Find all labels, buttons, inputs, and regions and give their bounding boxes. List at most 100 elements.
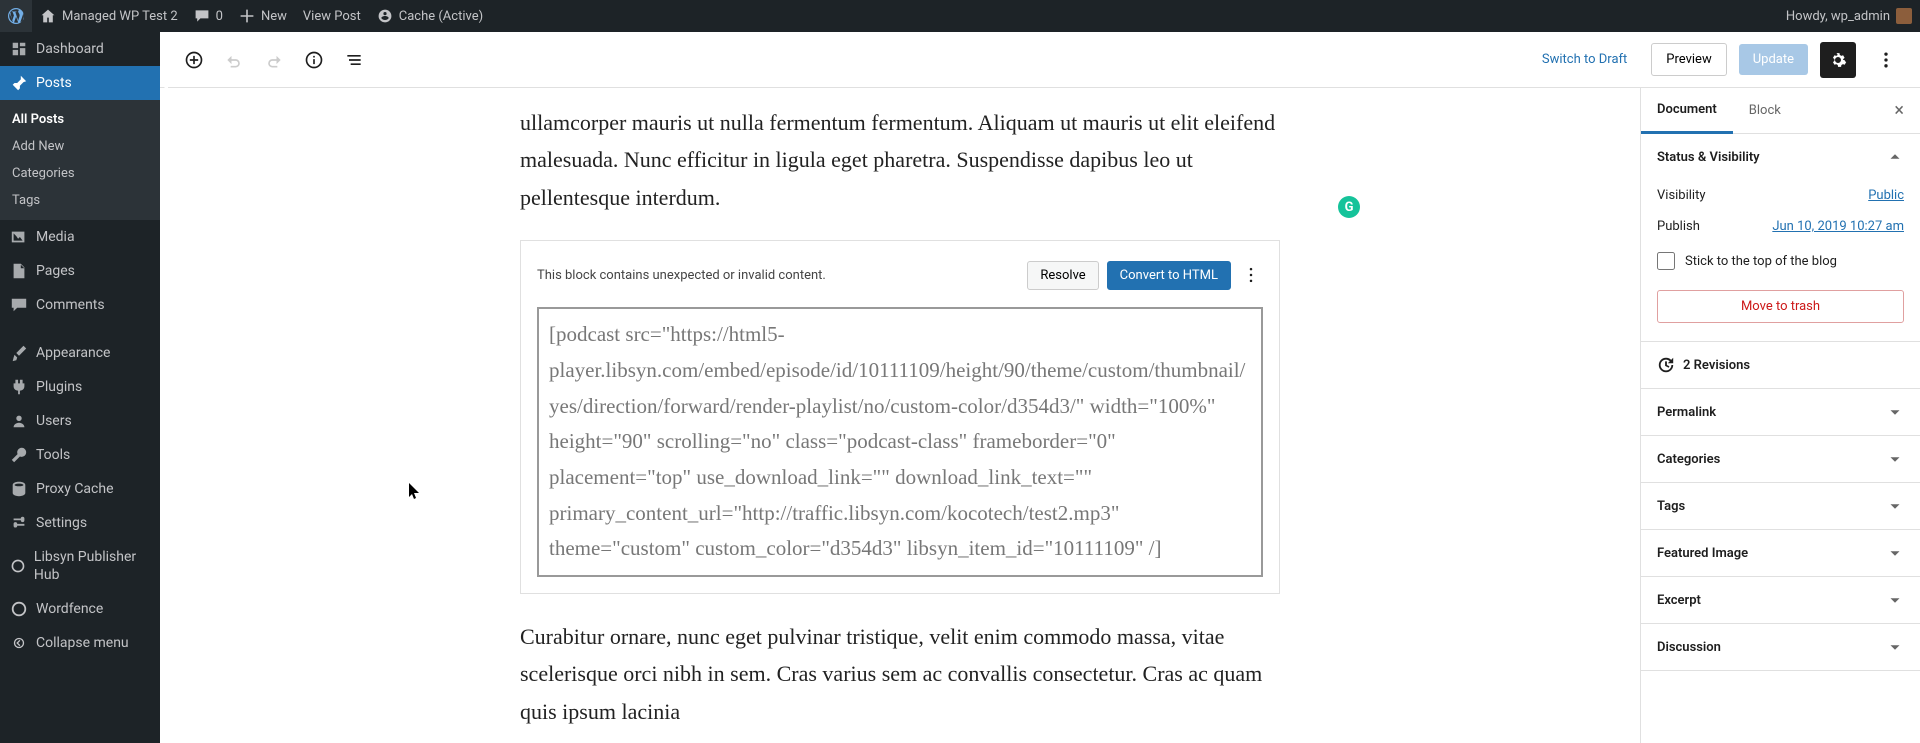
undo-icon bbox=[224, 50, 244, 70]
users-icon bbox=[10, 412, 28, 430]
plus-icon bbox=[239, 8, 255, 24]
panel-categories[interactable]: Categories bbox=[1641, 436, 1920, 482]
libsyn-icon bbox=[10, 557, 26, 575]
info-button[interactable] bbox=[296, 42, 332, 78]
mouse-cursor bbox=[408, 483, 422, 505]
convert-html-button[interactable]: Convert to HTML bbox=[1107, 261, 1231, 290]
new-content[interactable]: New bbox=[231, 0, 295, 32]
panel-status-visibility: Status & Visibility Visibility Public Pu… bbox=[1641, 134, 1920, 342]
grammarly-badge[interactable]: G bbox=[1338, 196, 1360, 218]
menu-wordfence[interactable]: Wordfence bbox=[0, 592, 160, 626]
menu-appearance[interactable]: Appearance bbox=[0, 336, 160, 370]
update-button[interactable]: Update bbox=[1739, 44, 1808, 75]
close-sidebar[interactable]: × bbox=[1878, 100, 1920, 121]
comment-icon bbox=[194, 8, 210, 24]
move-to-trash[interactable]: Move to trash bbox=[1657, 290, 1904, 323]
pin-icon bbox=[10, 74, 28, 92]
howdy-text: Howdy, wp_admin bbox=[1786, 9, 1890, 24]
block-raw-content: [podcast src="https://html5-player.libsy… bbox=[537, 307, 1263, 577]
wp-logo[interactable] bbox=[0, 0, 32, 32]
chevron-down-icon bbox=[1886, 638, 1904, 656]
menu-tools[interactable]: Tools bbox=[0, 438, 160, 472]
resolve-button[interactable]: Resolve bbox=[1027, 261, 1098, 290]
settings-toggle[interactable] bbox=[1820, 42, 1856, 78]
view-post[interactable]: View Post bbox=[295, 0, 369, 32]
submenu-all-posts[interactable]: All Posts bbox=[0, 106, 160, 133]
panel-featured-image[interactable]: Featured Image bbox=[1641, 530, 1920, 576]
menu-settings[interactable]: Settings bbox=[0, 506, 160, 540]
redo-button[interactable] bbox=[256, 42, 292, 78]
editor-toolbar: Switch to Draft Preview Update bbox=[160, 32, 1920, 88]
more-menu[interactable] bbox=[1868, 42, 1904, 78]
sidebar-tabs: Document Block × bbox=[1641, 88, 1920, 134]
gear-icon bbox=[1829, 51, 1847, 69]
block-warning-message: This block contains unexpected or invali… bbox=[537, 268, 826, 283]
tab-document[interactable]: Document bbox=[1641, 88, 1733, 134]
history-icon bbox=[1657, 356, 1675, 374]
media-icon bbox=[10, 228, 28, 246]
tab-block[interactable]: Block bbox=[1733, 89, 1797, 132]
panel-permalink[interactable]: Permalink bbox=[1641, 389, 1920, 435]
menu-libsyn[interactable]: Libsyn Publisher Hub bbox=[0, 540, 160, 592]
publish-row: Publish Jun 10, 2019 10:27 am bbox=[1657, 211, 1904, 242]
more-vertical-icon bbox=[1241, 265, 1261, 285]
chevron-down-icon bbox=[1886, 450, 1904, 468]
wordpress-icon bbox=[8, 8, 24, 24]
chevron-down-icon bbox=[1886, 403, 1904, 421]
info-icon bbox=[304, 50, 324, 70]
publish-date[interactable]: Jun 10, 2019 10:27 am bbox=[1772, 219, 1904, 234]
menu-pages[interactable]: Pages bbox=[0, 254, 160, 288]
settings-icon bbox=[10, 514, 28, 532]
panel-excerpt[interactable]: Excerpt bbox=[1641, 577, 1920, 623]
menu-posts[interactable]: Posts bbox=[0, 66, 160, 100]
chevron-down-icon bbox=[1886, 591, 1904, 609]
submenu-categories[interactable]: Categories bbox=[0, 160, 160, 187]
admin-sidebar: Dashboard Posts All Posts Add New Catego… bbox=[0, 32, 160, 743]
user-menu[interactable]: Howdy, wp_admin bbox=[1778, 0, 1920, 32]
menu-dashboard[interactable]: Dashboard bbox=[0, 32, 160, 66]
site-link[interactable]: Managed WP Test 2 bbox=[32, 0, 186, 32]
paragraph-block-1[interactable]: ullamcorper mauris ut nulla fermentum fe… bbox=[520, 104, 1280, 216]
paragraph-block-2[interactable]: Curabitur ornare, nunc eget pulvinar tri… bbox=[520, 618, 1280, 730]
plus-circle-icon bbox=[184, 50, 204, 70]
preview-button[interactable]: Preview bbox=[1651, 43, 1726, 76]
menu-comments[interactable]: Comments bbox=[0, 288, 160, 322]
undo-button[interactable] bbox=[216, 42, 252, 78]
submenu-tags[interactable]: Tags bbox=[0, 187, 160, 214]
outline-button[interactable] bbox=[336, 42, 372, 78]
panel-tags[interactable]: Tags bbox=[1641, 483, 1920, 529]
revisions-row[interactable]: 2 Revisions bbox=[1641, 342, 1920, 389]
block-more-menu[interactable] bbox=[1239, 257, 1263, 293]
menu-media[interactable]: Media bbox=[0, 220, 160, 254]
sticky-row: Stick to the top of the blog bbox=[1657, 242, 1904, 280]
collapse-icon bbox=[10, 634, 28, 652]
visibility-row: Visibility Public bbox=[1657, 180, 1904, 211]
switch-to-draft[interactable]: Switch to Draft bbox=[1530, 46, 1639, 73]
brush-icon bbox=[10, 344, 28, 362]
home-icon bbox=[40, 8, 56, 24]
invalid-block[interactable]: This block contains unexpected or invali… bbox=[520, 240, 1280, 594]
site-name-text: Managed WP Test 2 bbox=[62, 9, 178, 24]
panel-discussion[interactable]: Discussion bbox=[1641, 624, 1920, 670]
chevron-up-icon bbox=[1886, 148, 1904, 166]
redo-icon bbox=[264, 50, 284, 70]
comments-link[interactable]: 0 bbox=[186, 0, 231, 32]
visibility-value[interactable]: Public bbox=[1868, 188, 1904, 203]
posts-submenu: All Posts Add New Categories Tags bbox=[0, 100, 160, 220]
wordfence-icon bbox=[10, 600, 28, 618]
cache-status[interactable]: Cache (Active) bbox=[369, 0, 491, 32]
chevron-down-icon bbox=[1886, 497, 1904, 515]
sticky-checkbox[interactable] bbox=[1657, 252, 1675, 270]
more-vertical-icon bbox=[1876, 50, 1896, 70]
menu-plugins[interactable]: Plugins bbox=[0, 370, 160, 404]
outline-icon bbox=[344, 50, 364, 70]
panel-head-status[interactable]: Status & Visibility bbox=[1641, 134, 1920, 180]
collapse-menu[interactable]: Collapse menu bbox=[0, 626, 160, 660]
menu-proxy-cache[interactable]: Proxy Cache bbox=[0, 472, 160, 506]
block-editor: Switch to Draft Preview Update ullamcorp… bbox=[160, 32, 1920, 743]
add-block-button[interactable] bbox=[176, 42, 212, 78]
submenu-add-new[interactable]: Add New bbox=[0, 133, 160, 160]
editor-canvas[interactable]: ullamcorper mauris ut nulla fermentum fe… bbox=[160, 88, 1640, 743]
settings-sidebar: Document Block × Status & Visibility Vis… bbox=[1640, 88, 1920, 743]
menu-users[interactable]: Users bbox=[0, 404, 160, 438]
